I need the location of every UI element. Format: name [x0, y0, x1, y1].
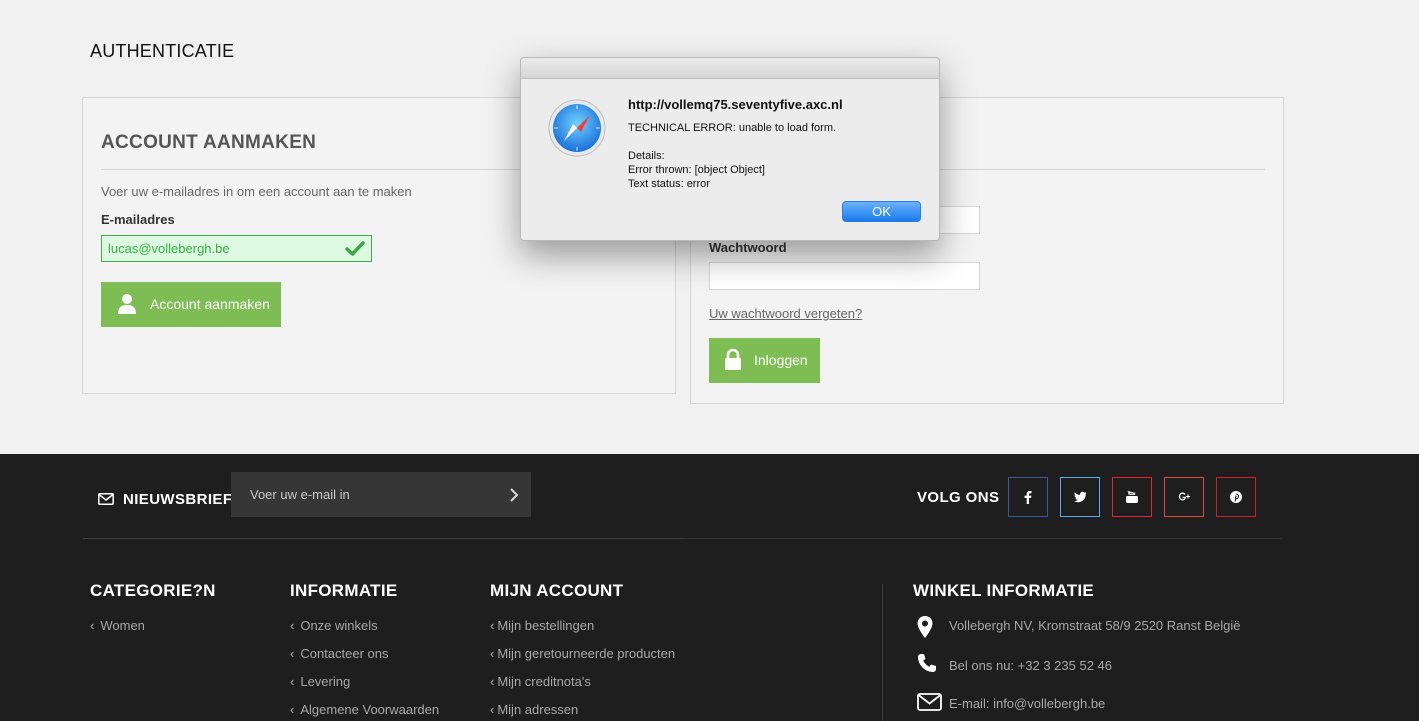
create-account-button[interactable]: Account aanmaken — [101, 282, 281, 327]
account-link[interactable]: ‹ Mijn creditnota's — [490, 674, 591, 689]
footer-divider — [685, 538, 1282, 539]
category-link[interactable]: ‹ Women — [90, 618, 145, 633]
dialog-title-bar[interactable] — [521, 58, 939, 79]
lock-icon — [725, 348, 741, 370]
dialog-host: http://vollemq75.seventyfive.axc.nl — [628, 97, 843, 112]
google-plus-icon — [1178, 492, 1190, 501]
user-icon — [118, 294, 136, 314]
youtube-button[interactable] — [1112, 477, 1152, 517]
chevron-right-icon[interactable] — [509, 487, 519, 503]
information-title: INFORMATIE — [290, 581, 398, 600]
safari-compass-icon — [548, 99, 606, 157]
footer-divider — [83, 538, 685, 539]
shop-email-link[interactable]: info@vollebergh.be — [993, 696, 1105, 711]
newsletter-placeholder: Voer uw e-mail in — [250, 487, 350, 502]
newsletter-label: NIEUWSBRIEF — [123, 491, 233, 508]
youtube-icon — [1126, 490, 1138, 503]
information-link[interactable]: ‹ Levering — [290, 674, 350, 689]
page-title: AUTHENTICATIE — [90, 41, 235, 61]
account-link[interactable]: ‹ Mijn adressen — [490, 702, 578, 717]
newsletter-input[interactable]: Voer uw e-mail in — [231, 472, 531, 517]
my-account-title: MIJN ACCOUNT — [490, 581, 624, 600]
categories-title: CATEGORIE?N — [90, 581, 216, 600]
phone-icon — [918, 654, 936, 672]
shop-phone-number[interactable]: +32 3 235 52 46 — [1018, 658, 1112, 673]
follow-label: VOLG ONS — [917, 489, 1000, 506]
pinterest-icon — [1230, 491, 1242, 503]
create-email-field[interactable]: lucas@vollebergh.be — [101, 235, 372, 262]
login-button[interactable]: Inloggen — [709, 338, 820, 383]
column-divider — [882, 584, 883, 721]
information-link[interactable]: ‹ Onze winkels — [290, 618, 378, 633]
alert-dialog: http://vollemq75.seventyfive.axc.nl TECH… — [520, 57, 940, 241]
create-account-heading: ACCOUNT AANMAKEN — [101, 132, 317, 153]
information-link[interactable]: ‹ Algemene Voorwaarden — [290, 702, 439, 717]
facebook-button[interactable] — [1008, 477, 1048, 517]
facebook-icon — [1024, 491, 1032, 504]
footer: NIEUWSBRIEF Voer uw e-mail in VOLG ONS C… — [0, 454, 1419, 721]
password-input[interactable] — [709, 262, 980, 290]
create-account-help-text: Voer uw e-mailadres in om een account aa… — [101, 184, 412, 199]
ok-button[interactable]: OK — [842, 201, 921, 222]
map-marker-icon — [917, 616, 933, 638]
dialog-message: TECHNICAL ERROR: unable to load form. De… — [628, 122, 837, 190]
twitter-button[interactable] — [1060, 477, 1100, 517]
password-label: Wachtwoord — [709, 240, 787, 255]
account-link[interactable]: ‹ Mijn bestellingen — [490, 618, 594, 633]
envelope-icon — [98, 493, 114, 505]
create-account-button-label: Account aanmaken — [150, 296, 270, 312]
login-button-label: Inloggen — [754, 352, 808, 368]
email-label: E-mailadres — [101, 212, 175, 227]
forgot-password-link[interactable]: Uw wachtwoord vergeten? — [709, 306, 862, 321]
information-link[interactable]: ‹ Contacteer ons — [290, 646, 389, 661]
google-plus-button[interactable] — [1164, 477, 1204, 517]
account-link[interactable]: ‹ Mijn geretourneerde producten — [490, 646, 675, 661]
checkmark-icon — [345, 241, 365, 256]
twitter-icon — [1074, 491, 1087, 503]
envelope-icon — [917, 693, 942, 711]
shop-info-title: WINKEL INFORMATIE — [913, 581, 1095, 600]
pinterest-button[interactable] — [1216, 477, 1256, 517]
create-email-value: lucas@vollebergh.be — [108, 241, 230, 256]
